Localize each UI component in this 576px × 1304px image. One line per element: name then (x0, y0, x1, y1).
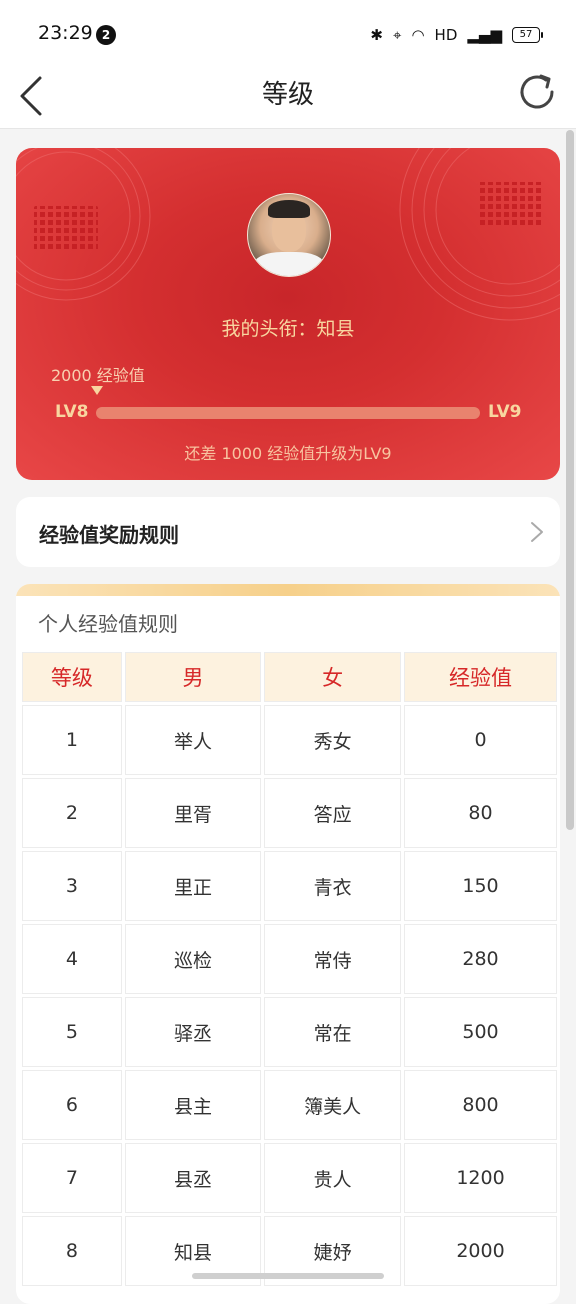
upgrade-hint: 还差 1000 经验值升级为LV9 (184, 444, 392, 463)
cell-male-title: 举人 (124, 705, 262, 775)
cell-male-title: 巡检 (124, 924, 262, 994)
cell-male-title: 县丞 (124, 1143, 262, 1213)
header-male: 男 (124, 652, 262, 702)
wifi-icon: ◠ (411, 26, 425, 44)
cell-level: 4 (22, 924, 122, 994)
home-indicator[interactable] (192, 1273, 384, 1279)
cell-level: 8 (22, 1216, 122, 1286)
page-title: 等级 (261, 80, 314, 110)
battery-icon: 57 (512, 27, 543, 43)
cell-level: 5 (22, 997, 122, 1067)
cell-exp: 0 (403, 705, 557, 775)
network-label: HD (434, 26, 458, 44)
cell-female-title: 青衣 (264, 851, 401, 921)
cell-female-title: 常侍 (264, 924, 401, 994)
signal-icon: ▂▄▆ (467, 26, 502, 44)
cell-female-title: 答应 (264, 778, 401, 848)
table-header-row: 等级 男 女 经验值 (22, 652, 557, 702)
cell-exp: 280 (403, 924, 557, 994)
cell-female-title: 簿美人 (264, 1070, 401, 1140)
level-progress-bar (96, 407, 480, 419)
table-row: 7 县丞 贵人 1200 (22, 1143, 557, 1213)
cell-exp: 150 (403, 851, 557, 921)
cell-level: 6 (22, 1070, 122, 1140)
header-level: 等级 (22, 652, 122, 702)
table-row: 4 巡检 常侍 280 (22, 924, 557, 994)
level-from: LV8 (55, 402, 89, 422)
table-row: 6 县主 簿美人 800 (22, 1070, 557, 1140)
avatar-hair (268, 200, 310, 218)
cell-male-title: 驿丞 (124, 997, 262, 1067)
level-to: LV9 (488, 402, 522, 422)
table-row: 3 里正 青衣 150 (22, 851, 557, 921)
table-row: 2 里胥 答应 80 (22, 778, 557, 848)
exp-marker-icon (91, 386, 103, 395)
refresh-icon[interactable] (516, 68, 560, 116)
cell-female-title: 贵人 (264, 1143, 401, 1213)
cell-level: 1 (22, 705, 122, 775)
location-icon: ⌖ (393, 26, 402, 44)
current-exp-label: 2000 经验值 (51, 366, 145, 385)
exp-reward-rules-link[interactable]: 经验值奖励规则 (16, 497, 560, 567)
header-exp: 经验值 (403, 652, 557, 702)
panel-title: 个人经验值规则 (38, 612, 178, 636)
table-row: 5 驿丞 常在 500 (22, 997, 557, 1067)
scrollbar[interactable] (566, 130, 574, 830)
chevron-right-icon (531, 522, 543, 542)
cell-male-title: 里胥 (124, 778, 262, 848)
status-icons: ✱ ⌖ ◠ HD ▂▄▆ 57 (370, 24, 543, 46)
cell-exp: 80 (403, 778, 557, 848)
cell-exp: 1200 (403, 1143, 557, 1213)
bluetooth-icon: ✱ (370, 26, 383, 44)
cell-exp: 800 (403, 1070, 557, 1140)
cell-exp: 2000 (403, 1216, 557, 1286)
status-time: 23:29 (38, 22, 93, 44)
user-title: 我的头衔：知县 (221, 318, 355, 340)
avatar[interactable] (247, 193, 331, 277)
avatar-shirt (254, 252, 324, 276)
cell-exp: 500 (403, 997, 557, 1067)
cell-male-title: 县主 (124, 1070, 262, 1140)
cell-female-title: 秀女 (264, 705, 401, 775)
cell-female-title: 常在 (264, 997, 401, 1067)
cell-level: 2 (22, 778, 122, 848)
cell-level: 7 (22, 1143, 122, 1213)
level-card: 我的头衔：知县 2000 经验值 LV8 LV9 还差 1000 经验值升级为L… (16, 148, 560, 480)
header-female: 女 (264, 652, 401, 702)
exp-rules-panel: 个人经验值规则 等级 男 女 经验值 1 举人 秀女 0 2 里胥 答应 80 (16, 584, 560, 1304)
status-bar: 23:29 2 ✱ ⌖ ◠ HD ▂▄▆ 57 (0, 0, 576, 64)
cell-male-title: 里正 (124, 851, 262, 921)
cell-level: 3 (22, 851, 122, 921)
levels-table: 等级 男 女 经验值 1 举人 秀女 0 2 里胥 答应 80 3 里正 青衣 … (19, 649, 560, 1289)
notification-badge: 2 (96, 25, 116, 45)
exp-reward-rules-label: 经验值奖励规则 (39, 523, 179, 547)
table-row: 1 举人 秀女 0 (22, 705, 557, 775)
nav-bar: 等级 (0, 64, 576, 129)
panel-accent-strip (16, 584, 560, 596)
